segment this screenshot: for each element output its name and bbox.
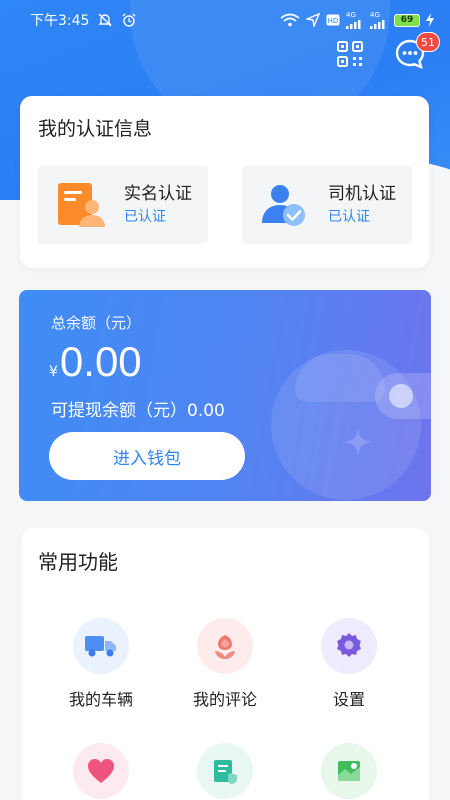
hd-icon: HD bbox=[326, 14, 340, 26]
function-label: 我的车辆 bbox=[68, 690, 133, 709]
scan-qr-button[interactable] bbox=[334, 40, 366, 72]
enter-wallet-button[interactable]: 进入钱包 bbox=[49, 432, 245, 480]
certification-card: 我的认证信息 实名认证 已认证 司机认证 已认证 bbox=[20, 96, 429, 268]
wifi-icon bbox=[280, 13, 300, 27]
my-comments-item[interactable]: 我的评论 bbox=[170, 618, 280, 710]
wallet-card: 总余额（元） ¥ 0.00 可提现余额（元）0.00 进入钱包 bbox=[19, 290, 431, 501]
settings-item[interactable]: 设置 bbox=[294, 618, 404, 710]
truck-icon bbox=[73, 618, 129, 674]
certification-title: 我的认证信息 bbox=[38, 118, 153, 140]
signal-icon-2: 4G bbox=[370, 11, 388, 29]
sparkle-icon bbox=[341, 425, 375, 463]
cert-status: 已认证 bbox=[328, 209, 370, 225]
message-count-badge: 51 bbox=[416, 32, 440, 52]
currency-symbol: ¥ bbox=[49, 364, 58, 380]
document-check-icon bbox=[197, 743, 253, 799]
id-card-icon bbox=[52, 177, 108, 233]
function-label: 我的评论 bbox=[192, 690, 257, 709]
do-not-disturb-off-icon bbox=[97, 12, 113, 28]
svg-text:HD: HD bbox=[328, 17, 339, 25]
wallet-bag-top-decoration bbox=[295, 354, 385, 402]
documents-item[interactable] bbox=[170, 743, 280, 800]
battery-indicator: 69 bbox=[394, 13, 420, 27]
withdrawable-balance: 可提现余额（元）0.00 bbox=[51, 401, 225, 421]
gear-icon bbox=[321, 618, 377, 674]
location-arrow-icon bbox=[306, 13, 320, 27]
status-bar: 下午3:45 HD 4G 4G 69 bbox=[0, 0, 450, 40]
signal-icon-1: 4G bbox=[346, 11, 364, 29]
flower-icon bbox=[197, 618, 253, 674]
my-vehicles-item[interactable]: 我的车辆 bbox=[46, 618, 156, 710]
favorites-item[interactable] bbox=[46, 743, 156, 800]
driver-cert-item[interactable]: 司机认证 已认证 bbox=[242, 166, 412, 244]
real-name-cert-item[interactable]: 实名认证 已认证 bbox=[38, 166, 208, 244]
functions-title: 常用功能 bbox=[38, 550, 118, 574]
charging-icon bbox=[426, 13, 434, 27]
common-functions-card: 常用功能 我的车辆 我的评论 设置 bbox=[22, 528, 429, 800]
cert-name: 实名认证 bbox=[124, 184, 192, 204]
total-balance: ¥ 0.00 bbox=[49, 336, 142, 388]
wallet-toggle bbox=[375, 373, 431, 419]
messages-button[interactable]: 51 bbox=[394, 32, 440, 72]
alarm-icon bbox=[121, 12, 137, 28]
qr-code-icon bbox=[336, 40, 364, 72]
driver-verified-icon bbox=[256, 177, 312, 233]
function-label: 设置 bbox=[332, 690, 365, 709]
header-actions: 51 bbox=[334, 32, 440, 72]
map-icon bbox=[321, 743, 377, 799]
heart-icon bbox=[73, 743, 129, 799]
total-balance-label: 总余额（元） bbox=[51, 314, 142, 332]
balance-value: 0.00 bbox=[59, 338, 142, 385]
map-item[interactable] bbox=[294, 743, 404, 800]
cert-status: 已认证 bbox=[124, 209, 166, 225]
status-time: 下午3:45 bbox=[30, 13, 90, 29]
cert-name: 司机认证 bbox=[328, 184, 396, 204]
